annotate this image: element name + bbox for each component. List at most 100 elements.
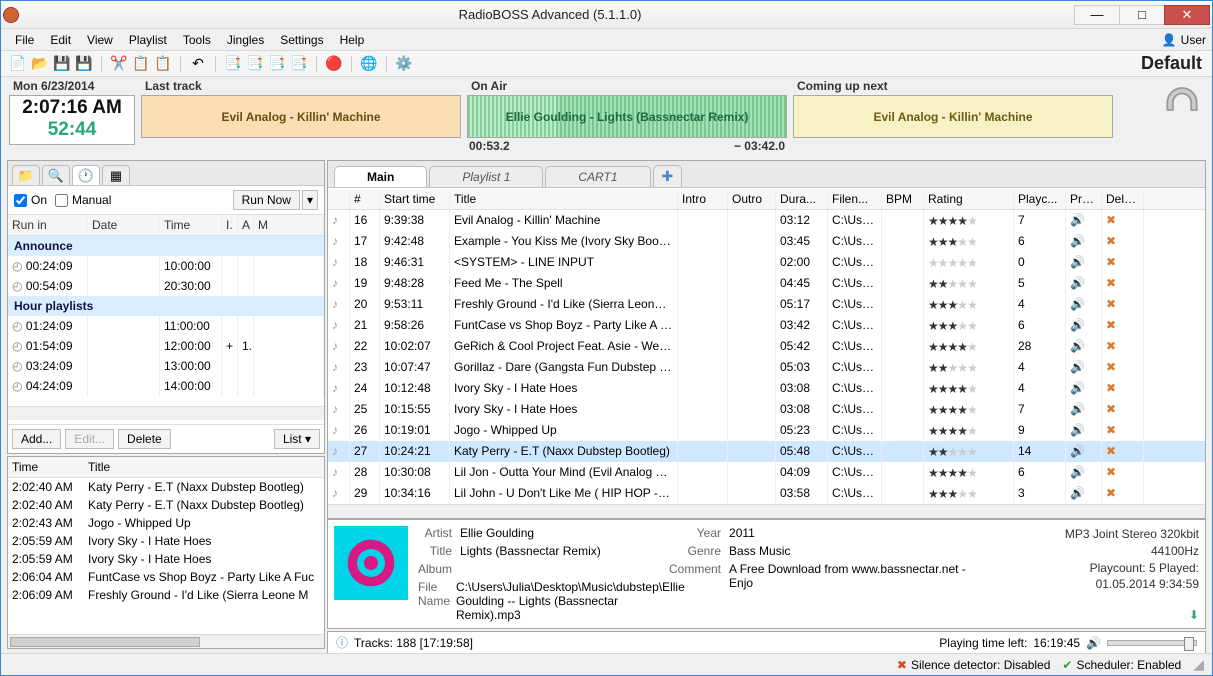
tab-cart1[interactable]: CART1 bbox=[545, 166, 650, 187]
tab-main[interactable]: Main bbox=[334, 166, 427, 187]
prelisten-icon[interactable]: 🔊 bbox=[1066, 336, 1102, 357]
undo-icon[interactable]: ↶ bbox=[189, 55, 207, 73]
tool3-icon[interactable]: 📑 bbox=[268, 55, 286, 73]
tab-search-icon[interactable]: 🔍 bbox=[42, 165, 70, 185]
playlist-row[interactable]: ♪2310:07:47Gorillaz - Dare (Gangsta Fun … bbox=[328, 357, 1205, 378]
menu-playlist[interactable]: Playlist bbox=[121, 31, 175, 49]
silence-status[interactable]: ✖Silence detector: Disabled bbox=[897, 658, 1050, 672]
rating-stars[interactable]: ★★★★★ bbox=[924, 399, 1014, 420]
tab-folder-icon[interactable]: 📁 bbox=[12, 165, 40, 185]
col-intro[interactable]: Intro bbox=[678, 189, 728, 209]
save-icon[interactable]: 💾 bbox=[53, 55, 71, 73]
delete-icon[interactable]: ✖ bbox=[1102, 483, 1144, 504]
delete-icon[interactable]: ✖ bbox=[1102, 273, 1144, 294]
web-icon[interactable]: 🌐 bbox=[360, 55, 378, 73]
playlist-body[interactable]: ♪169:39:38Evil Analog - Killin' Machine0… bbox=[328, 210, 1205, 504]
col-dur[interactable]: Dura... bbox=[776, 189, 828, 209]
prelisten-icon[interactable]: 🔊 bbox=[1066, 315, 1102, 336]
queue-row[interactable]: 2:05:59 AMIvory Sky - I Hate Hoes bbox=[8, 532, 324, 550]
rating-stars[interactable]: ★★★★★ bbox=[924, 294, 1014, 315]
tab-playlist1[interactable]: Playlist 1 bbox=[429, 166, 543, 187]
download-icon[interactable]: ⬇ bbox=[1189, 608, 1199, 622]
playlist-scrollbar-x[interactable] bbox=[328, 504, 1205, 518]
saveall-icon[interactable]: 💾 bbox=[75, 55, 93, 73]
queue-row[interactable]: 2:02:40 AMKaty Perry - E.T (Naxx Dubstep… bbox=[8, 478, 324, 496]
delete-icon[interactable]: ✖ bbox=[1102, 441, 1144, 462]
delete-button[interactable]: Delete bbox=[118, 429, 171, 449]
playlist-row[interactable]: ♪2210:02:07GeRich & Cool Project Feat. A… bbox=[328, 336, 1205, 357]
delete-icon[interactable]: ✖ bbox=[1102, 378, 1144, 399]
col-del[interactable]: Delete bbox=[1102, 189, 1144, 209]
prelisten-icon[interactable]: 🔊 bbox=[1066, 399, 1102, 420]
sched-row[interactable]: ◴ 00:54:0920:30:00 bbox=[8, 276, 324, 296]
record-icon[interactable]: 🔴 bbox=[325, 55, 343, 73]
playlist-row[interactable]: ♪209:53:11Freshly Ground - I'd Like (Sie… bbox=[328, 294, 1205, 315]
delete-icon[interactable]: ✖ bbox=[1102, 357, 1144, 378]
sched-row[interactable]: ◴ 01:54:0912:00:00+1. bbox=[8, 336, 324, 356]
col-title[interactable]: Title bbox=[450, 189, 678, 209]
delete-icon[interactable]: ✖ bbox=[1102, 399, 1144, 420]
delete-icon[interactable]: ✖ bbox=[1102, 252, 1144, 273]
delete-icon[interactable]: ✖ bbox=[1102, 210, 1144, 231]
copy-icon[interactable]: 📋 bbox=[132, 55, 150, 73]
menu-settings[interactable]: Settings bbox=[272, 31, 331, 49]
rating-stars[interactable]: ★★★★★ bbox=[924, 252, 1014, 273]
queue-row[interactable]: 2:02:43 AMJogo - Whipped Up bbox=[8, 514, 324, 532]
playlist-row[interactable]: ♪2910:34:16Lil John - U Don't Like Me ( … bbox=[328, 483, 1205, 504]
col-bpm[interactable]: BPM bbox=[882, 189, 924, 209]
sched-row[interactable]: ◴ 03:24:0913:00:00 bbox=[8, 356, 324, 376]
rating-stars[interactable]: ★★★★★ bbox=[924, 315, 1014, 336]
queue-row[interactable]: 2:06:04 AMFuntCase vs Shop Boyz - Party … bbox=[8, 568, 324, 586]
resize-grip[interactable]: ◢ bbox=[1193, 656, 1204, 673]
section-hourplaylists[interactable]: Hour playlists bbox=[8, 296, 324, 316]
new-icon[interactable]: 📄 bbox=[9, 55, 27, 73]
manual-checkbox[interactable]: Manual bbox=[55, 193, 111, 207]
col-m[interactable]: M bbox=[254, 215, 324, 235]
scheduler-body[interactable]: Announce ◴ 00:24:0910:00:00 ◴ 00:54:0920… bbox=[8, 236, 324, 406]
tab-add[interactable]: ✚ bbox=[653, 165, 683, 187]
col-rating[interactable]: Rating bbox=[924, 189, 1014, 209]
prelisten-icon[interactable]: 🔊 bbox=[1066, 231, 1102, 252]
rating-stars[interactable]: ★★★★★ bbox=[924, 420, 1014, 441]
cut-icon[interactable]: ✂️ bbox=[110, 55, 128, 73]
prelisten-icon[interactable]: 🔊 bbox=[1066, 378, 1102, 399]
col-file[interactable]: Filen... bbox=[828, 189, 882, 209]
playlist-row[interactable]: ♪2410:12:48Ivory Sky - I Hate Hoes03:08C… bbox=[328, 378, 1205, 399]
tool1-icon[interactable]: 📑 bbox=[224, 55, 242, 73]
queue-row[interactable]: 2:02:40 AMKaty Perry - E.T (Naxx Dubstep… bbox=[8, 496, 324, 514]
rating-stars[interactable]: ★★★★★ bbox=[924, 462, 1014, 483]
qcol-time[interactable]: Time bbox=[8, 457, 84, 477]
on-checkbox[interactable]: On bbox=[14, 193, 47, 207]
section-announce[interactable]: Announce bbox=[8, 236, 324, 256]
add-button[interactable]: Add... bbox=[12, 429, 61, 449]
col-a[interactable]: A bbox=[238, 215, 254, 235]
col-prel[interactable]: Prel... bbox=[1066, 189, 1102, 209]
maximize-button[interactable]: □ bbox=[1119, 5, 1165, 25]
close-button[interactable]: ✕ bbox=[1164, 5, 1210, 25]
prelisten-icon[interactable]: 🔊 bbox=[1066, 441, 1102, 462]
queue-row[interactable]: 2:06:09 AMFreshly Ground - I'd Like (Sie… bbox=[8, 586, 324, 604]
runnow-button[interactable]: Run Now bbox=[233, 190, 300, 210]
prelisten-icon[interactable]: 🔊 bbox=[1066, 252, 1102, 273]
rating-stars[interactable]: ★★★★★ bbox=[924, 378, 1014, 399]
rating-stars[interactable]: ★★★★★ bbox=[924, 273, 1014, 294]
delete-icon[interactable]: ✖ bbox=[1102, 315, 1144, 336]
sched-row[interactable]: ◴ 04:24:0914:00:00 bbox=[8, 376, 324, 396]
col-outro[interactable]: Outro bbox=[728, 189, 776, 209]
qcol-title[interactable]: Title bbox=[84, 457, 324, 477]
playlist-row[interactable]: ♪2710:24:21Katy Perry - E.T (Naxx Dubste… bbox=[328, 441, 1205, 462]
playlist-row[interactable]: ♪2810:30:08Lil Jon - Outta Your Mind (Ev… bbox=[328, 462, 1205, 483]
col-num[interactable]: # bbox=[350, 189, 380, 209]
prelisten-icon[interactable]: 🔊 bbox=[1066, 483, 1102, 504]
prelisten-icon[interactable]: 🔊 bbox=[1066, 462, 1102, 483]
runnow-dropdown[interactable]: ▾ bbox=[302, 190, 318, 210]
col-pc[interactable]: Playc... bbox=[1014, 189, 1066, 209]
prelisten-icon[interactable]: 🔊 bbox=[1066, 357, 1102, 378]
delete-icon[interactable]: ✖ bbox=[1102, 336, 1144, 357]
edit-button[interactable]: Edit... bbox=[65, 429, 114, 449]
volume-slider[interactable] bbox=[1107, 640, 1197, 646]
tab-clock-icon[interactable]: 🕐 bbox=[72, 165, 100, 185]
col-start[interactable]: Start time bbox=[380, 189, 450, 209]
tool2-icon[interactable]: 📑 bbox=[246, 55, 264, 73]
prelisten-icon[interactable]: 🔊 bbox=[1066, 210, 1102, 231]
